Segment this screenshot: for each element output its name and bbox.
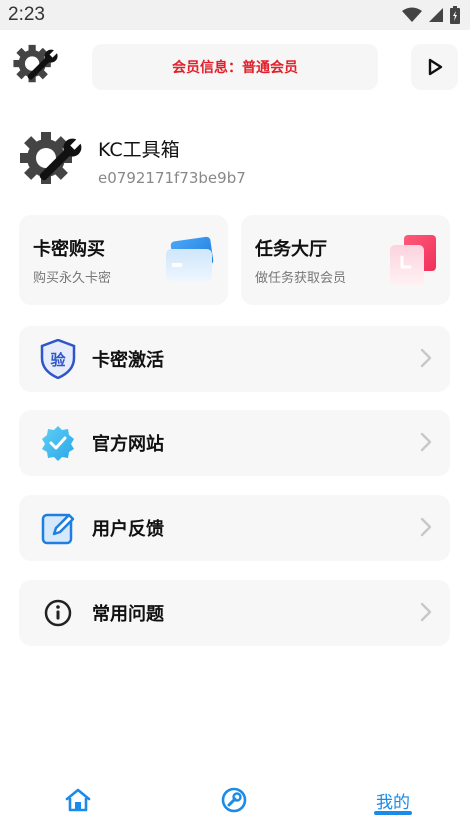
chevron-right-icon bbox=[420, 432, 432, 452]
gear-wrench-icon bbox=[13, 44, 58, 83]
bottom-tab-bar: 我的 bbox=[0, 770, 470, 837]
profile-avatar bbox=[18, 128, 82, 192]
card-buy-key[interactable]: 卡密购买 购买永久卡密 bbox=[19, 215, 228, 305]
menu-item-activate-key[interactable]: 验 卡密激活 bbox=[19, 326, 450, 392]
signal-icon bbox=[429, 8, 443, 22]
profile-id: e0792171f73be9b7 bbox=[98, 169, 246, 187]
card-subtitle: 购买永久卡密 bbox=[33, 271, 112, 286]
card-icon bbox=[166, 236, 214, 281]
menu-item-label: 常用问题 bbox=[92, 604, 164, 625]
edit-icon bbox=[39, 509, 77, 547]
chevron-right-icon bbox=[420, 602, 432, 622]
svg-text:验: 验 bbox=[50, 351, 66, 369]
tab-home[interactable] bbox=[58, 780, 98, 820]
task-icon bbox=[390, 235, 436, 285]
card-title: 任务大厅 bbox=[255, 239, 327, 260]
menu-item-label: 官方网站 bbox=[92, 434, 164, 455]
tab-mine-label: 我的 bbox=[376, 792, 410, 813]
verify-shield-icon: 验 bbox=[39, 339, 77, 379]
verified-badge-icon bbox=[39, 424, 77, 462]
wifi-icon bbox=[402, 7, 422, 22]
chevron-right-icon bbox=[420, 517, 432, 537]
status-icons bbox=[402, 6, 460, 24]
play-button[interactable] bbox=[411, 44, 458, 90]
home-icon bbox=[65, 788, 91, 812]
member-info-text: 会员信息：普通会员 bbox=[172, 60, 298, 76]
play-icon bbox=[428, 58, 442, 76]
tab-tools[interactable] bbox=[214, 780, 254, 820]
wrench-icon bbox=[221, 787, 247, 813]
active-tab-indicator bbox=[374, 811, 412, 815]
menu-item-official-site[interactable]: 官方网站 bbox=[19, 410, 450, 476]
status-bar: 2:23 bbox=[0, 0, 470, 30]
card-subtitle: 做任务获取会员 bbox=[255, 271, 347, 286]
menu-item-label: 卡密激活 bbox=[92, 350, 164, 371]
menu-item-label: 用户反馈 bbox=[92, 519, 164, 540]
card-title: 卡密购买 bbox=[33, 239, 105, 260]
gear-wrench-icon bbox=[20, 132, 82, 184]
menu-item-faq[interactable]: 常用问题 bbox=[19, 580, 450, 646]
member-info-pill[interactable]: 会员信息：普通会员 bbox=[92, 44, 378, 90]
info-icon bbox=[39, 594, 77, 632]
profile-name: KC工具箱 bbox=[98, 139, 180, 161]
battery-icon bbox=[450, 6, 460, 24]
menu-item-user-feedback[interactable]: 用户反馈 bbox=[19, 495, 450, 561]
card-task-hall[interactable]: 任务大厅 做任务获取会员 bbox=[241, 215, 450, 305]
status-time: 2:23 bbox=[8, 4, 45, 25]
chevron-right-icon bbox=[420, 348, 432, 368]
app-logo-icon[interactable] bbox=[12, 42, 58, 88]
